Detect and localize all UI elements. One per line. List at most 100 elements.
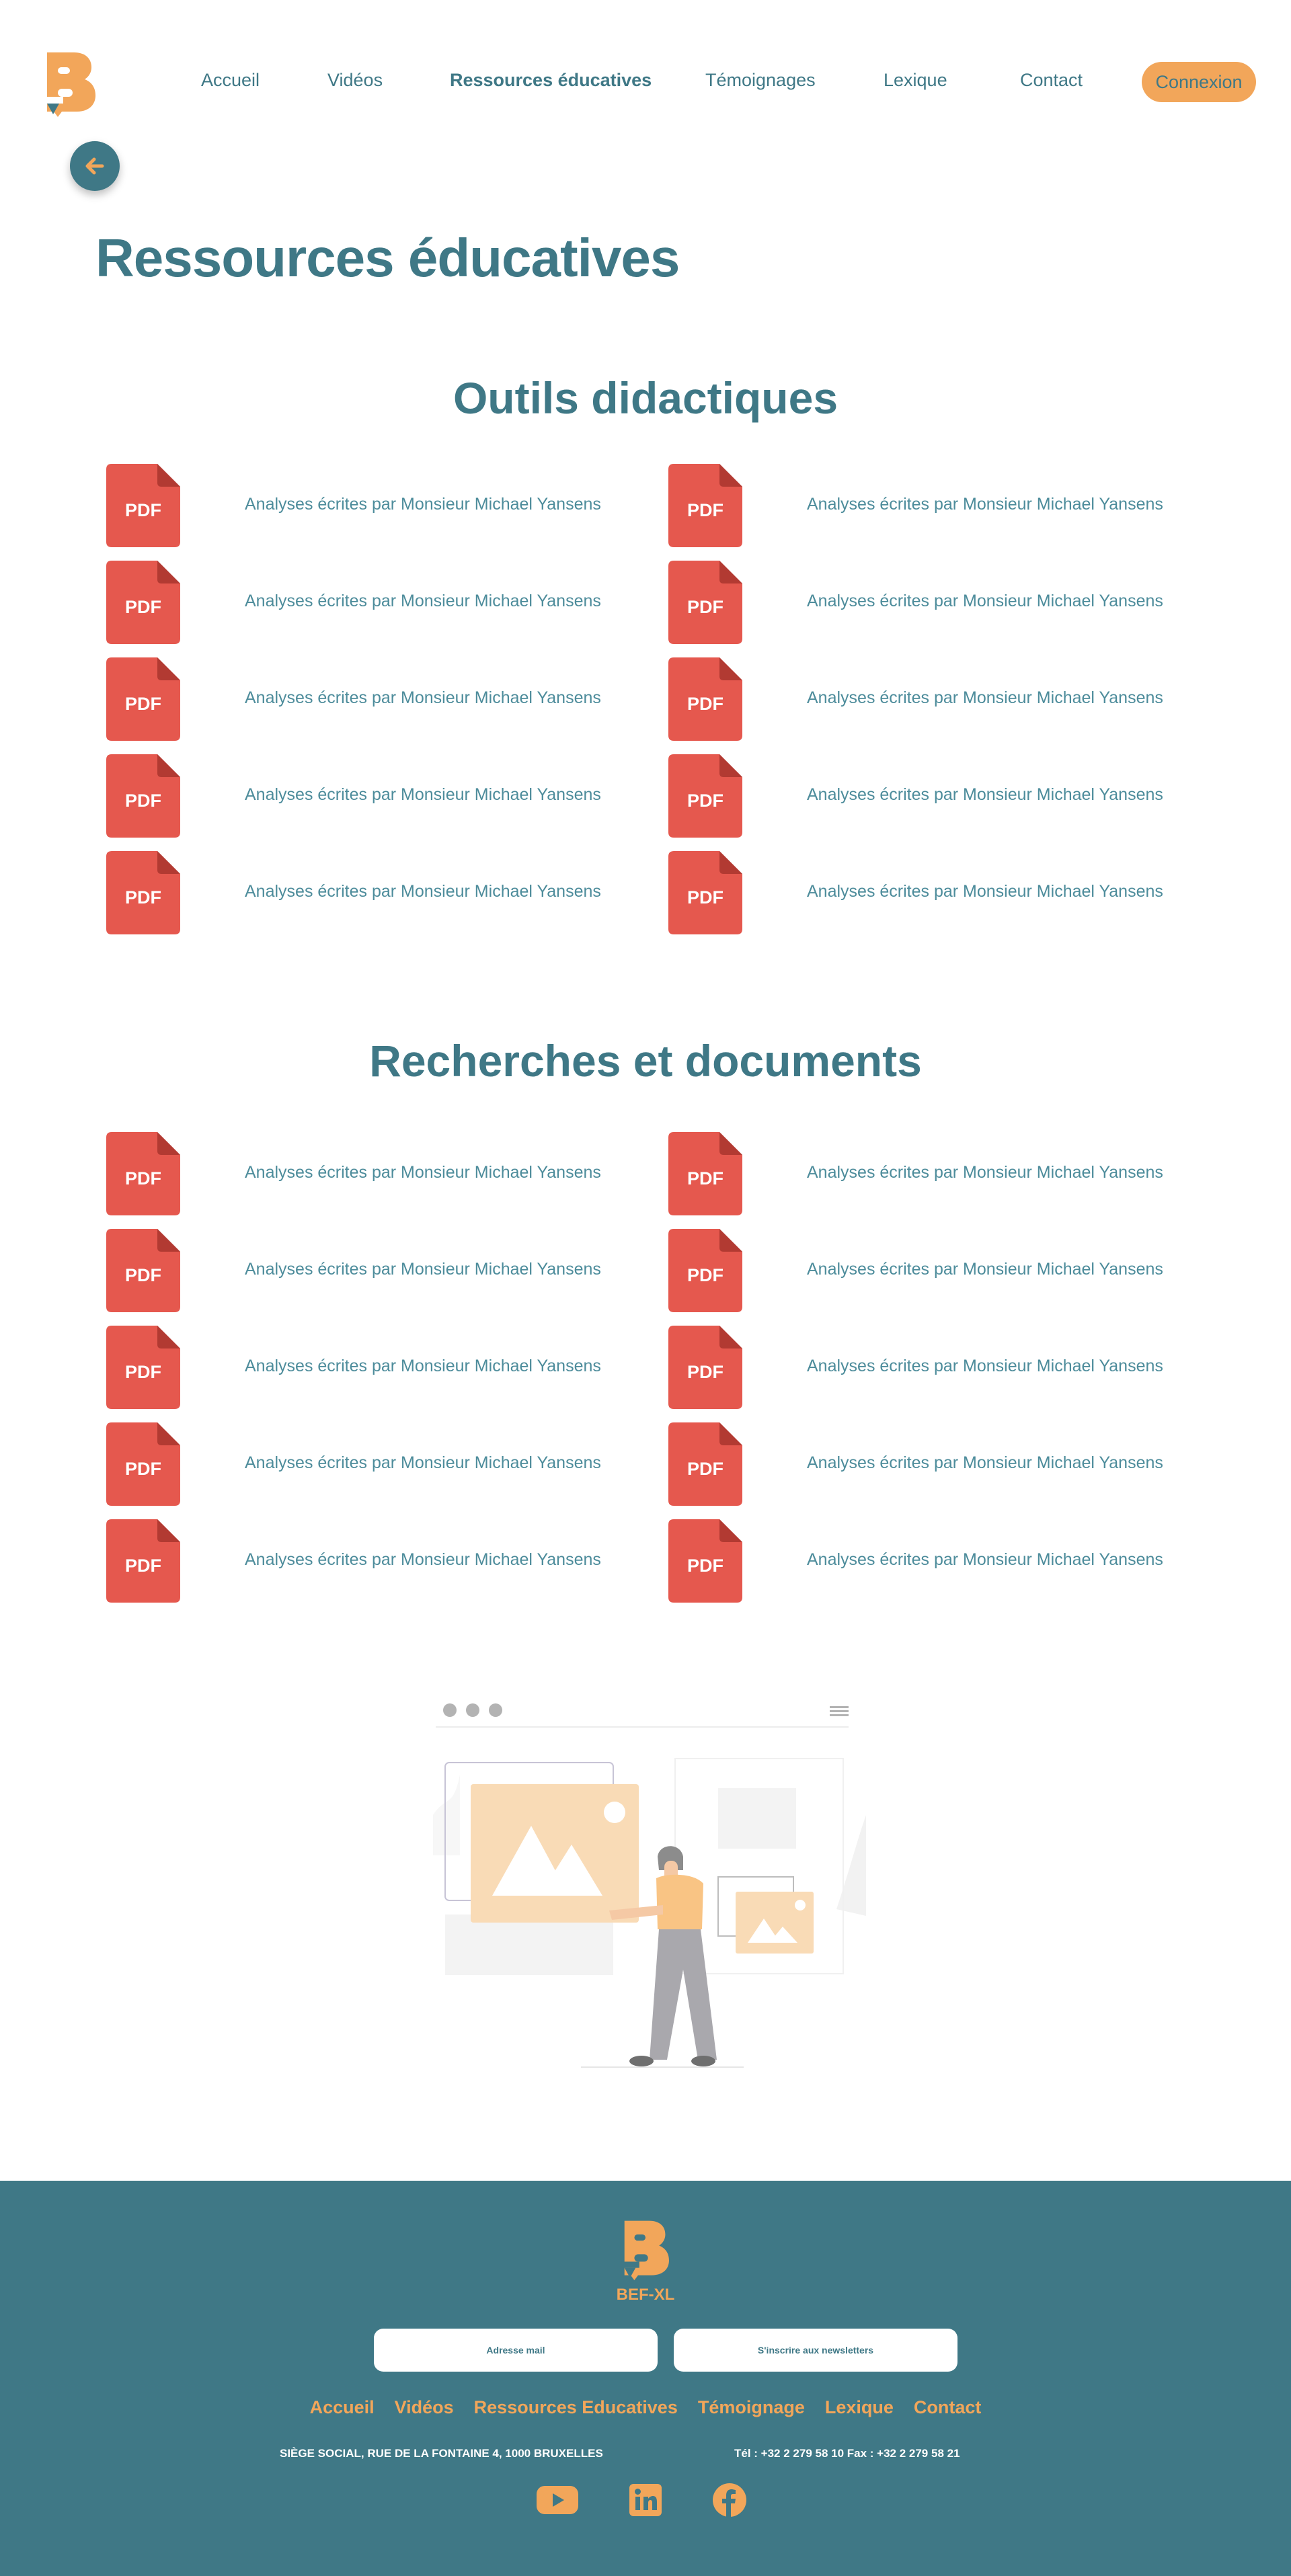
pdf-icon-text: PDF bbox=[125, 694, 161, 714]
nav-link-ressources-educatives[interactable]: Ressources éducatives bbox=[450, 70, 652, 91]
pdf-icon-text: PDF bbox=[687, 500, 723, 520]
footer-logo-icon[interactable] bbox=[617, 2218, 674, 2280]
document-link[interactable]: PDF Analyses écrites par Monsieur Michael… bbox=[106, 561, 631, 644]
nav-link-lexique[interactable]: Lexique bbox=[884, 70, 947, 91]
document-label: Analyses écrites par Monsieur Michael Ya… bbox=[807, 1357, 1163, 1375]
nav-link-contact[interactable]: Contact bbox=[1020, 70, 1083, 91]
pdf-file-icon: PDF bbox=[106, 1422, 180, 1506]
youtube-icon[interactable] bbox=[537, 2483, 578, 2517]
document-label: Analyses écrites par Monsieur Michael Ya… bbox=[245, 495, 601, 514]
pdf-file-icon: PDF bbox=[668, 1519, 742, 1603]
footer-link-temoignage[interactable]: Témoignage bbox=[698, 2397, 805, 2418]
login-button[interactable]: Connexion bbox=[1142, 62, 1256, 102]
newsletter-subscribe-button[interactable]: S'inscrire aux newsletters bbox=[674, 2329, 957, 2372]
document-label: Analyses écrites par Monsieur Michael Ya… bbox=[245, 1453, 601, 1472]
site-footer: BEF-XL Adresse mail S'inscrire aux newsl… bbox=[0, 2181, 1291, 2576]
section-title-outils: Outils didactiques bbox=[453, 373, 838, 423]
footer-link-lexique[interactable]: Lexique bbox=[825, 2397, 894, 2418]
document-link[interactable]: PDF Analyses écrites par Monsieur Michael… bbox=[668, 1132, 1193, 1215]
pdf-file-icon: PDF bbox=[106, 1326, 180, 1409]
document-label: Analyses écrites par Monsieur Michael Ya… bbox=[807, 785, 1163, 804]
footer-phone: Tél : +32 2 279 58 10 Fax : +32 2 279 58… bbox=[734, 2447, 960, 2460]
document-label: Analyses écrites par Monsieur Michael Ya… bbox=[245, 1260, 601, 1279]
pdf-file-icon: PDF bbox=[668, 1326, 742, 1409]
pdf-icon-text: PDF bbox=[125, 1556, 161, 1576]
pdf-icon-text: PDF bbox=[125, 1168, 161, 1189]
pdf-icon-text: PDF bbox=[687, 1168, 723, 1189]
document-link[interactable]: PDF Analyses écrites par Monsieur Michael… bbox=[106, 754, 631, 838]
pdf-file-icon: PDF bbox=[106, 561, 180, 644]
pdf-file-icon: PDF bbox=[106, 657, 180, 741]
back-button[interactable] bbox=[70, 141, 120, 191]
footer-links: Accueil Vidéos Ressources Educatives Tém… bbox=[0, 2397, 1291, 2418]
linkedin-icon[interactable] bbox=[629, 2483, 662, 2517]
pdf-icon-text: PDF bbox=[687, 597, 723, 617]
illustration-image bbox=[433, 1703, 866, 2068]
pdf-file-icon: PDF bbox=[668, 1229, 742, 1312]
pdf-icon-text: PDF bbox=[687, 1362, 723, 1382]
pdf-file-icon: PDF bbox=[668, 851, 742, 934]
document-label: Analyses écrites par Monsieur Michael Ya… bbox=[245, 688, 601, 707]
footer-link-videos[interactable]: Vidéos bbox=[395, 2397, 454, 2418]
pdf-icon-text: PDF bbox=[125, 1459, 161, 1479]
top-navigation: Accueil Vidéos Ressources éducatives Tém… bbox=[0, 0, 1291, 161]
document-link[interactable]: PDF Analyses écrites par Monsieur Michael… bbox=[106, 851, 631, 934]
document-link[interactable]: PDF Analyses écrites par Monsieur Michael… bbox=[106, 464, 631, 547]
pdf-file-icon: PDF bbox=[668, 1132, 742, 1215]
pdf-icon-text: PDF bbox=[125, 1362, 161, 1382]
pdf-icon-text: PDF bbox=[125, 887, 161, 908]
document-link[interactable]: PDF Analyses écrites par Monsieur Michael… bbox=[106, 1326, 631, 1409]
document-link[interactable]: PDF Analyses écrites par Monsieur Michael… bbox=[668, 1229, 1193, 1312]
document-link[interactable]: PDF Analyses écrites par Monsieur Michael… bbox=[106, 1422, 631, 1506]
pdf-icon-text: PDF bbox=[687, 1265, 723, 1285]
document-link[interactable]: PDF Analyses écrites par Monsieur Michael… bbox=[106, 657, 631, 741]
nav-link-accueil[interactable]: Accueil bbox=[201, 70, 260, 91]
document-label: Analyses écrites par Monsieur Michael Ya… bbox=[245, 1163, 601, 1182]
document-link[interactable]: PDF Analyses écrites par Monsieur Michael… bbox=[668, 1519, 1193, 1603]
document-link[interactable]: PDF Analyses écrites par Monsieur Michael… bbox=[668, 754, 1193, 838]
newsletter-email-field[interactable]: Adresse mail bbox=[374, 2329, 658, 2372]
nav-link-temoignages[interactable]: Témoignages bbox=[705, 70, 816, 91]
pdf-icon-text: PDF bbox=[687, 1556, 723, 1576]
document-label: Analyses écrites par Monsieur Michael Ya… bbox=[807, 1453, 1163, 1472]
page-title: Ressources éducatives bbox=[95, 228, 680, 288]
pdf-icon-text: PDF bbox=[125, 500, 161, 520]
nav-link-videos[interactable]: Vidéos bbox=[327, 70, 383, 91]
footer-link-accueil[interactable]: Accueil bbox=[310, 2397, 375, 2418]
footer-address: SIÈGE SOCIAL, RUE DE LA FONTAINE 4, 1000… bbox=[280, 2447, 603, 2460]
pdf-file-icon: PDF bbox=[668, 464, 742, 547]
document-label: Analyses écrites par Monsieur Michael Ya… bbox=[245, 1550, 601, 1569]
pdf-icon-text: PDF bbox=[687, 1459, 723, 1479]
document-label: Analyses écrites par Monsieur Michael Ya… bbox=[245, 785, 601, 804]
document-label: Analyses écrites par Monsieur Michael Ya… bbox=[807, 1550, 1163, 1569]
pdf-icon-text: PDF bbox=[687, 791, 723, 811]
document-label: Analyses écrites par Monsieur Michael Ya… bbox=[245, 882, 601, 901]
pdf-icon-text: PDF bbox=[125, 597, 161, 617]
document-link[interactable]: PDF Analyses écrites par Monsieur Michael… bbox=[668, 657, 1193, 741]
document-label: Analyses écrites par Monsieur Michael Ya… bbox=[807, 882, 1163, 901]
pdf-icon-text: PDF bbox=[125, 1265, 161, 1285]
brand-logo-icon[interactable] bbox=[43, 50, 97, 117]
document-link[interactable]: PDF Analyses écrites par Monsieur Michael… bbox=[668, 851, 1193, 934]
document-label: Analyses écrites par Monsieur Michael Ya… bbox=[245, 1357, 601, 1375]
footer-brand-name: BEF-XL bbox=[616, 2286, 675, 2304]
facebook-icon[interactable] bbox=[713, 2483, 746, 2517]
document-link[interactable]: PDF Analyses écrites par Monsieur Michael… bbox=[668, 1422, 1193, 1506]
document-label: Analyses écrites par Monsieur Michael Ya… bbox=[807, 495, 1163, 514]
document-link[interactable]: PDF Analyses écrites par Monsieur Michael… bbox=[668, 464, 1193, 547]
document-link[interactable]: PDF Analyses écrites par Monsieur Michael… bbox=[106, 1519, 631, 1603]
document-label: Analyses écrites par Monsieur Michael Ya… bbox=[807, 1260, 1163, 1279]
document-link[interactable]: PDF Analyses écrites par Monsieur Michael… bbox=[106, 1132, 631, 1215]
footer-link-contact[interactable]: Contact bbox=[914, 2397, 982, 2418]
document-label: Analyses écrites par Monsieur Michael Ya… bbox=[245, 592, 601, 610]
pdf-file-icon: PDF bbox=[668, 1422, 742, 1506]
footer-link-ressources[interactable]: Ressources Educatives bbox=[474, 2397, 678, 2418]
pdf-icon-text: PDF bbox=[687, 694, 723, 714]
document-link[interactable]: PDF Analyses écrites par Monsieur Michael… bbox=[668, 1326, 1193, 1409]
document-link[interactable]: PDF Analyses écrites par Monsieur Michael… bbox=[668, 561, 1193, 644]
pdf-file-icon: PDF bbox=[106, 1519, 180, 1603]
document-label: Analyses écrites par Monsieur Michael Ya… bbox=[807, 1163, 1163, 1182]
arrow-left-icon bbox=[85, 157, 104, 175]
document-link[interactable]: PDF Analyses écrites par Monsieur Michael… bbox=[106, 1229, 631, 1312]
pdf-file-icon: PDF bbox=[668, 657, 742, 741]
